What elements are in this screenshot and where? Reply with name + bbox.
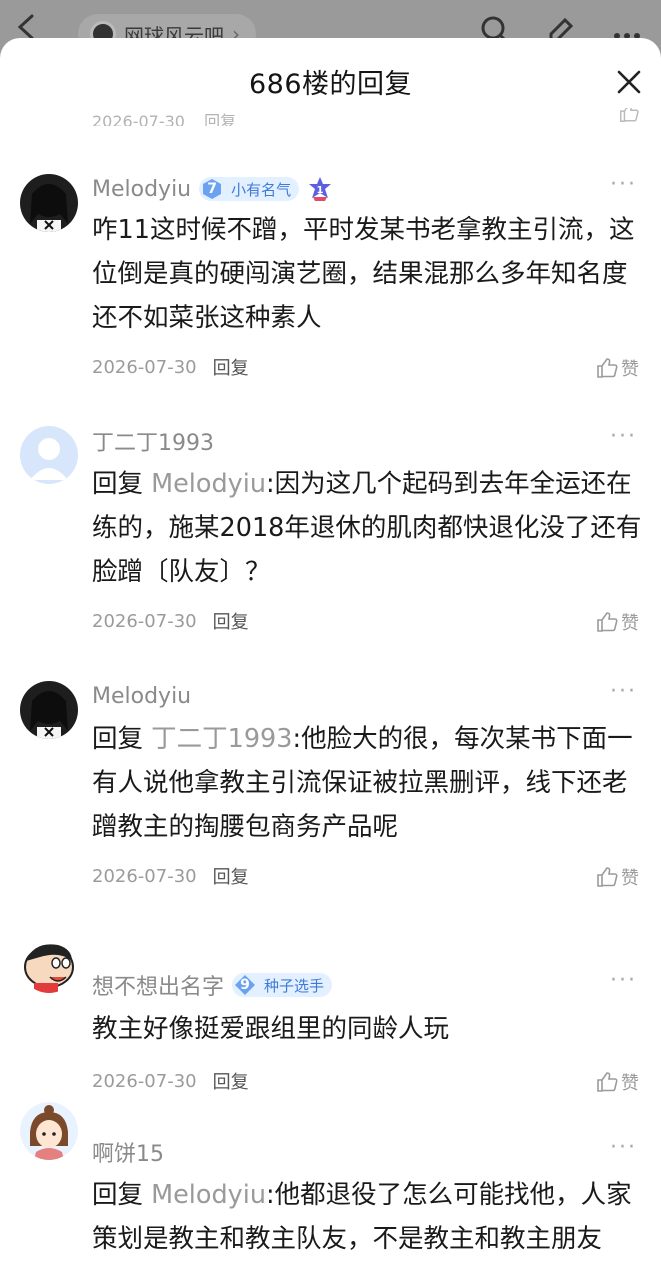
- name-row: Melodyiu: [92, 681, 191, 711]
- more-options-button[interactable]: ···: [610, 172, 637, 197]
- like-label: 赞: [621, 359, 639, 380]
- username[interactable]: Melodyiu: [92, 177, 191, 202]
- reply-button[interactable]: 回复: [213, 1068, 249, 1094]
- like-label: 赞: [621, 1073, 639, 1094]
- thumbs-up-icon: [597, 358, 618, 378]
- clipped-previous-meta: 2026-07-30 回复: [92, 108, 640, 126]
- avatar[interactable]: [20, 426, 78, 484]
- avatar[interactable]: [20, 935, 78, 993]
- reply-date: 2026-07-30: [92, 356, 197, 378]
- reply-text: 教主好像挺爱跟组里的同龄人玩: [92, 1014, 450, 1044]
- like-button[interactable]: 赞: [595, 1069, 639, 1095]
- meta-row: 2026-07-30 回复: [92, 1068, 249, 1094]
- more-options-button[interactable]: ···: [610, 1135, 637, 1160]
- like-button[interactable]: 赞: [595, 864, 639, 890]
- name-row: 丁二丁1993: [92, 426, 214, 456]
- username[interactable]: 想不想出名字: [92, 969, 224, 1001]
- thumbs-up-icon: [620, 108, 639, 122]
- reply-content: 教主好像挺爱跟组里的同龄人玩: [92, 1007, 642, 1051]
- username[interactable]: 丁二丁1993: [92, 425, 214, 457]
- rank-badge-icon: 1: [309, 177, 332, 201]
- reply-prefix: 回复: [92, 469, 152, 499]
- name-row: 想不想出名字 9 种子选手: [92, 969, 333, 1001]
- more-options-button[interactable]: ···: [610, 424, 637, 449]
- level-number: 9: [232, 973, 258, 997]
- name-row: Melodyiu 7 小有名气 1: [92, 174, 333, 204]
- clipped-reply: 回复: [204, 112, 237, 126]
- reply-date: 2026-07-30: [92, 1070, 197, 1092]
- username[interactable]: 啊饼15: [92, 1136, 164, 1168]
- level-title: 种子选手: [264, 976, 325, 995]
- reply-date: 2026-07-30: [92, 865, 197, 887]
- back-arrow-icon[interactable]: [14, 14, 40, 40]
- reply-target-user[interactable]: Melodyiu: [151, 469, 266, 499]
- reply-prefix: 回复: [92, 1180, 152, 1210]
- reply-content: 咋11这时候不蹭，平时发某书老拿教主引流，这位倒是真的硬闯演艺圈，结果混那么多年…: [92, 208, 642, 340]
- more-options-button[interactable]: ···: [610, 679, 637, 704]
- like-label: 赞: [621, 613, 639, 634]
- reply-date: 2026-07-30: [92, 610, 197, 632]
- level-badge: 9 种子选手: [232, 973, 333, 997]
- meta-row: 2026-07-30 回复: [92, 354, 249, 380]
- like-label: 赞: [621, 868, 639, 889]
- rank-number: 1: [317, 185, 324, 196]
- username[interactable]: Melodyiu: [92, 684, 191, 709]
- name-row: 啊饼15: [92, 1137, 164, 1167]
- thumbs-up-icon: [597, 612, 618, 632]
- close-icon[interactable]: [615, 68, 643, 96]
- clipped-date: 2026-07-30: [92, 112, 185, 126]
- reply-content: 回复 Melodyiu:他都退役了怎么可能找他，人家策划是教主和教主队友，不是教…: [92, 1173, 642, 1261]
- level-badge: 7 小有名气: [199, 177, 300, 201]
- thumbs-up-icon: [597, 1072, 618, 1092]
- more-options-button[interactable]: ···: [610, 968, 637, 993]
- reply-prefix: 回复: [92, 724, 152, 754]
- reply-content: 回复 丁二丁1993:他脸大的很，每次某书下面一有人说他拿教主引流保证被拉黑删评…: [92, 717, 642, 849]
- meta-row: 2026-07-30 回复: [92, 863, 249, 889]
- avatar[interactable]: [20, 174, 78, 232]
- avatar[interactable]: [20, 681, 78, 739]
- reply-button[interactable]: 回复: [213, 863, 249, 889]
- reply-content: 回复 Melodyiu:因为这几个起码到去年全运还在练的，施某2018年退休的肌…: [92, 462, 642, 594]
- level-title: 小有名气: [231, 180, 292, 199]
- reply-button[interactable]: 回复: [213, 354, 249, 380]
- reply-sheet: 686楼的回复 2026-07-30 回复 Melodyiu 7 小有名气 1 …: [0, 38, 661, 1280]
- avatar[interactable]: [20, 1102, 78, 1160]
- reply-text: 咋11这时候不蹭，平时发某书老拿教主引流，这位倒是真的硬闯演艺圈，结果混那么多年…: [92, 215, 635, 333]
- thumbs-up-icon: [597, 867, 618, 887]
- reply-button[interactable]: 回复: [213, 608, 249, 634]
- like-button[interactable]: 赞: [595, 609, 639, 635]
- level-number: 7: [199, 177, 225, 201]
- reply-target-user[interactable]: 丁二丁1993: [151, 724, 292, 754]
- like-button[interactable]: 赞: [595, 355, 639, 381]
- meta-row: 2026-07-30 回复: [92, 608, 249, 634]
- reply-target-user[interactable]: Melodyiu: [151, 1180, 266, 1210]
- sheet-title: 686楼的回复: [248, 68, 413, 100]
